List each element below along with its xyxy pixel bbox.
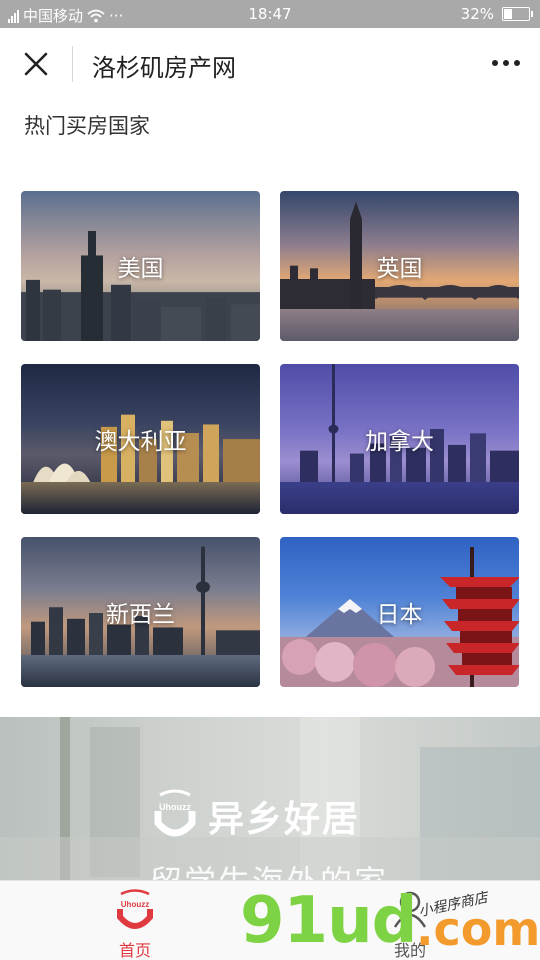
country-name: 英国 <box>376 256 423 282</box>
country-card-australia[interactable]: 澳大利亚 <box>21 364 260 514</box>
battery-fill <box>504 9 512 19</box>
more-button[interactable] <box>486 48 526 78</box>
country-card-japan[interactable]: 日本 <box>280 537 519 687</box>
status-right: 32% <box>460 5 533 23</box>
country-card-new-zealand[interactable]: 新西兰 <box>21 537 260 687</box>
tab-home[interactable]: Uhouzz 首页 <box>95 887 175 960</box>
country-name: 加拿大 <box>365 429 434 455</box>
more-dot-icon <box>492 60 498 66</box>
home-logo-icon: Uhouzz <box>117 889 153 929</box>
home-logo-text: Uhouzz <box>121 900 149 909</box>
logo-mark-text: Uhouzz <box>159 802 191 812</box>
banner-logo-text: 异乡好居 <box>208 799 361 840</box>
banner-tagline: 留学生海外的家 <box>150 863 389 882</box>
uhouzz-logo-icon: Uhouzz <box>154 789 196 837</box>
country-name: 日本 <box>376 602 423 628</box>
close-icon <box>24 52 48 76</box>
nav-divider <box>72 46 73 82</box>
status-bar: 中国移动 ··· 18:47 32% <box>0 0 540 28</box>
water-image <box>280 482 519 514</box>
banner-logo: Uhouzz 异乡好居 <box>152 789 360 843</box>
battery-percent: 32% <box>460 5 494 23</box>
country-card-usa[interactable]: 美国 <box>21 191 260 341</box>
close-button[interactable] <box>14 44 58 84</box>
water-image <box>21 482 260 514</box>
country-name: 新西兰 <box>106 602 175 628</box>
water-image <box>280 309 519 341</box>
site-watermark: 91ud .com 小程序商店 <box>240 884 540 958</box>
status-time: 18:47 <box>248 5 292 23</box>
water-image <box>21 655 260 687</box>
promo-banner[interactable]: Uhouzz 异乡好居 留学生海外的家 <box>0 717 540 882</box>
section-title: 热门买房国家 <box>24 114 150 138</box>
more-dot-icon <box>503 60 509 66</box>
country-name: 澳大利亚 <box>94 429 187 455</box>
country-card-uk[interactable]: 英国 <box>280 191 519 341</box>
country-card-canada[interactable]: 加拿大 <box>280 364 519 514</box>
tab-home-label: 首页 <box>118 941 151 960</box>
battery-icon <box>502 7 533 21</box>
watermark-text: 91ud <box>240 884 417 958</box>
skyline-image <box>21 231 260 341</box>
page-title: 洛杉矶房产网 <box>92 54 236 82</box>
country-name: 美国 <box>117 256 164 282</box>
more-dot-icon <box>514 60 520 66</box>
nav-bar: 洛杉矶房产网 <box>0 28 540 100</box>
